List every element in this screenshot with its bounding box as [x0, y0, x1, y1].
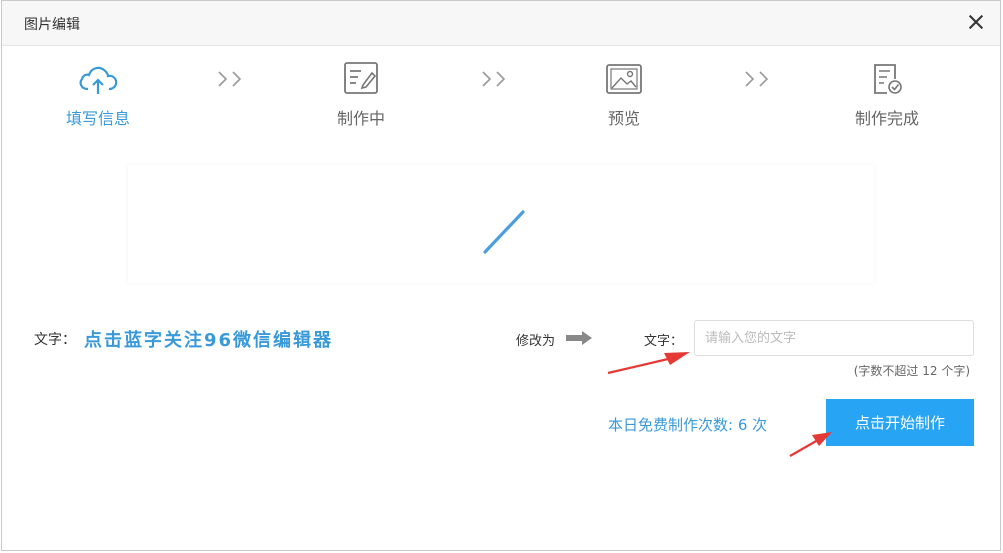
dialog-titlebar: 图片编辑 [2, 1, 1000, 46]
step-making: 制作中 [301, 59, 421, 129]
step-preview: 预览 [564, 59, 684, 129]
source-text-value: 点击蓝字关注96微信编辑器 [84, 330, 334, 351]
chevron-double-right-icon [745, 71, 769, 87]
step-label: 填写信息 [65, 109, 130, 128]
annotation-arrow-icon [789, 432, 832, 457]
daily-quota-text: 本日免费制作次数: 6 次 [608, 416, 768, 434]
step-completed: 制作完成 [827, 59, 947, 129]
document-check-icon [874, 64, 902, 94]
source-text-label: 文字： [34, 332, 76, 348]
image-icon [606, 64, 642, 94]
step-label: 预览 [607, 109, 640, 128]
loading-spinner-icon [483, 210, 525, 254]
char-limit-hint: (字数不超过 12 个字) [853, 364, 970, 378]
annotation-arrow-icon [607, 352, 690, 375]
cloud-upload-icon [79, 66, 118, 94]
target-text-input[interactable] [694, 320, 974, 356]
step-label: 制作完成 [854, 109, 919, 128]
chevron-double-right-icon [482, 71, 506, 87]
edit-document-icon [344, 62, 378, 94]
arrow-right-icon [566, 331, 592, 345]
step-fill-info: 填写信息 [38, 59, 158, 129]
chevron-double-right-icon [218, 71, 242, 87]
dialog-title: 图片编辑 [24, 17, 80, 33]
image-edit-dialog: 图片编辑 填写信息 制作中 预览 制作完成 文字： 点击蓝字关注96微信编辑器 … [1, 0, 1001, 551]
close-icon[interactable] [966, 12, 986, 32]
modify-to-label: 修改为 [516, 334, 556, 349]
start-making-button[interactable]: 点击开始制作 [826, 399, 974, 446]
step-label: 制作中 [336, 109, 385, 128]
